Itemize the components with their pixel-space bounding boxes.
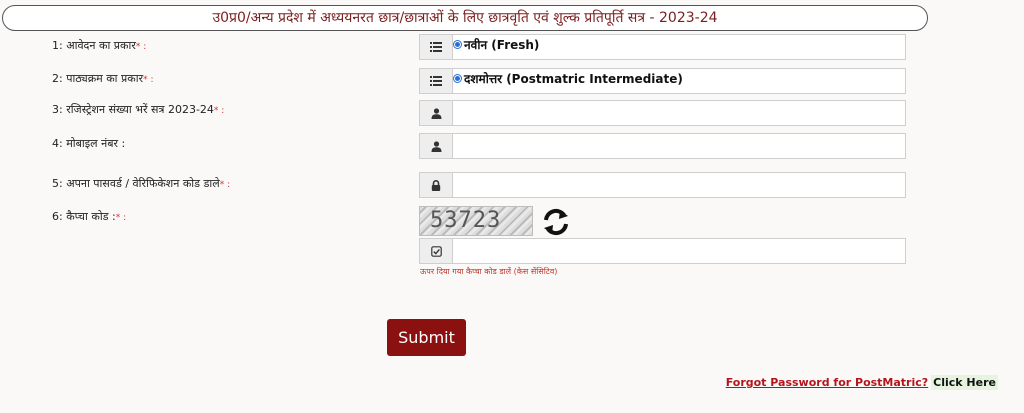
submit-button[interactable]: Submit bbox=[387, 319, 466, 356]
page-title: उ0प्र0/अन्य प्रदेश में अध्ययनरत छात्र/छा… bbox=[2, 5, 928, 31]
list-icon bbox=[420, 69, 453, 93]
radio-button[interactable] bbox=[453, 73, 462, 83]
user-icon bbox=[420, 101, 453, 125]
captcha-input[interactable] bbox=[453, 239, 905, 263]
lock-icon bbox=[420, 173, 453, 197]
radio-fresh[interactable]: नवीन (Fresh) bbox=[453, 34, 539, 54]
footer-links: Forgot Password for PostMatric? Click Her… bbox=[726, 375, 998, 390]
forgot-password-link[interactable]: Forgot Password for PostMatric? bbox=[726, 376, 928, 389]
click-here-link[interactable]: Click Here bbox=[931, 375, 998, 390]
check-square-icon bbox=[420, 239, 453, 263]
label-captcha: 6: कैप्चा कोड :* : bbox=[52, 210, 127, 223]
label-application-type: 1: आवेदन का प्रकार* : bbox=[52, 39, 147, 52]
course-type-field[interactable]: दशमोत्तर (Postmatric Intermediate) bbox=[419, 68, 906, 94]
label-password: 5: अपना पासवर्ड / वेरिफिकेशन कोड डाले* : bbox=[52, 177, 231, 190]
captcha-image: 53723 bbox=[419, 206, 533, 236]
password-field bbox=[419, 172, 906, 198]
password-input[interactable] bbox=[453, 173, 905, 197]
application-type-field[interactable]: नवीन (Fresh) bbox=[419, 34, 906, 60]
label-mobile-number: 4: मोबाइल नंबर : bbox=[52, 137, 126, 150]
list-icon bbox=[420, 35, 453, 59]
user-icon bbox=[420, 134, 453, 158]
radio-postmatric-intermediate[interactable]: दशमोत्तर (Postmatric Intermediate) bbox=[453, 68, 683, 88]
registration-number-field bbox=[419, 100, 906, 126]
label-course-type: 2: पाठ्यक्रम का प्रकार* : bbox=[52, 72, 154, 85]
registration-number-input[interactable] bbox=[453, 101, 905, 125]
captcha-hint: ऊपर दिया गया कैप्चा कोड डालें (केस सेंसि… bbox=[420, 267, 558, 276]
label-registration-number: 3: रजिस्ट्रेशन संख्या भरें सत्र 2023-24*… bbox=[52, 103, 225, 116]
mobile-number-input[interactable] bbox=[453, 134, 905, 158]
refresh-captcha-icon[interactable] bbox=[541, 207, 571, 237]
mobile-number-field bbox=[419, 133, 906, 159]
captcha-field bbox=[419, 238, 906, 264]
radio-button[interactable] bbox=[453, 39, 462, 49]
